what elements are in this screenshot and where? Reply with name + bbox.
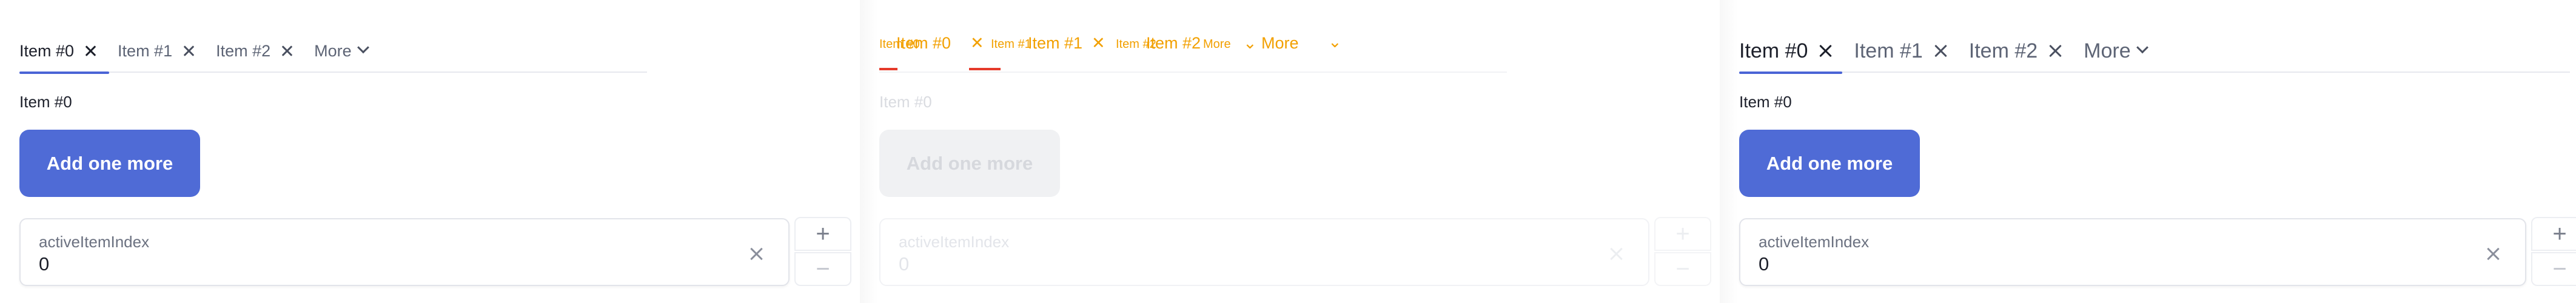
active-item-title: Item #0 <box>19 93 72 111</box>
close-icon[interactable] <box>280 44 293 58</box>
close-icon: ✕ <box>1092 34 1105 52</box>
active-item-index-field[interactable]: activeItemIndex 0 <box>1739 218 2526 286</box>
close-icon[interactable] <box>1933 43 1948 59</box>
decrement-button[interactable]: − <box>2531 252 2576 286</box>
active-item-title: Item #0 <box>879 93 932 111</box>
panel-shadow <box>860 0 878 303</box>
demo-panel-disabled: Item #0 Item #0 ✕ Item #1 Item #1 ✕ Item… <box>860 0 1720 303</box>
chevron-down-icon <box>2136 41 2148 54</box>
chevron-down-icon: ⌄ <box>1243 34 1257 52</box>
panel-shadow <box>1720 0 1738 303</box>
tab-label: Item #1 <box>118 41 173 60</box>
active-tab-indicator <box>19 72 109 74</box>
tabs-bar-glitched: Item #0 Item #0 ✕ Item #1 Item #1 ✕ Item… <box>879 32 1352 74</box>
add-one-more-button[interactable]: Add one more <box>19 130 200 197</box>
plus-icon: + <box>1675 221 1690 247</box>
increment-button[interactable]: + <box>2531 217 2576 251</box>
clear-icon[interactable] <box>2485 246 2501 262</box>
active-item-index-field[interactable]: activeItemIndex 0 <box>19 218 790 286</box>
minus-icon: − <box>1675 256 1690 282</box>
tab-ghost-label: Item #1 <box>991 38 1031 51</box>
minus-icon: − <box>2552 256 2567 282</box>
active-item-title: Item #0 <box>1739 93 1792 111</box>
field-value: 0 <box>899 253 910 275</box>
add-one-more-button: Add one more <box>879 130 1060 197</box>
field-value[interactable]: 0 <box>1759 253 1769 275</box>
tab-label: Item #1 <box>1028 34 1083 52</box>
tab-item-1[interactable]: Item #1 <box>118 34 195 68</box>
close-icon[interactable] <box>2047 43 2063 59</box>
close-icon[interactable] <box>84 44 97 58</box>
tab-item-2[interactable]: Item #2 <box>216 34 293 68</box>
chevron-down-icon <box>357 41 369 54</box>
field-label: activeItemIndex <box>1759 233 1870 251</box>
index-stepper: + − <box>1654 217 1711 286</box>
increment-button[interactable]: + <box>794 217 851 251</box>
clear-icon <box>1608 246 1624 262</box>
close-icon[interactable] <box>1817 43 1833 59</box>
increment-button: + <box>1654 217 1711 251</box>
tab-label: Item #2 <box>216 41 271 60</box>
index-stepper: + − <box>794 217 851 286</box>
tab-indicator-fragment <box>969 68 1001 70</box>
index-stepper: + − <box>2531 217 2576 286</box>
tab-item-0[interactable]: Item #0 <box>19 34 109 74</box>
plus-icon: + <box>816 221 830 247</box>
plus-icon: + <box>2552 221 2567 247</box>
tab-label: Item #2 <box>1968 39 2038 62</box>
tab-label: Item #0 <box>19 41 75 60</box>
more-ghost-label: More <box>1203 38 1231 51</box>
tab-item-2[interactable]: Item #2 <box>1969 34 2063 68</box>
more-dropdown[interactable]: More <box>314 34 369 68</box>
close-icon[interactable] <box>182 44 195 58</box>
decrement-button: − <box>1654 252 1711 286</box>
more-dropdown[interactable]: More <box>2084 34 2148 68</box>
tab-label: Item #2 <box>1146 34 1201 52</box>
close-icon: ✕ <box>970 34 984 52</box>
more-label: More <box>2084 39 2131 62</box>
field-label: activeItemIndex <box>899 233 1010 251</box>
tabs-bar: Item #0 Item #1 Item #2 More <box>1739 29 2167 74</box>
tab-indicator-fragment <box>879 68 897 70</box>
field-value[interactable]: 0 <box>39 253 49 275</box>
active-tab-indicator <box>1739 72 1842 74</box>
more-label: More <box>314 41 352 60</box>
active-item-index-field: activeItemIndex 0 <box>879 218 1649 286</box>
tab-label: Item #1 <box>1854 39 1923 62</box>
tab-item-1[interactable]: Item #1 <box>1854 34 1948 68</box>
tab-label: Item #0 <box>896 34 951 52</box>
tabs-bar: Item #0 Item #1 Item #2 More <box>19 29 388 74</box>
add-one-more-button[interactable]: Add one more <box>1739 130 1920 197</box>
demo-panel-large: Item #0 Item #1 Item #2 More Item #0 Add… <box>1720 0 2576 303</box>
more-label: More <box>1261 34 1299 52</box>
clear-icon[interactable] <box>748 246 764 262</box>
tab-label: Item #0 <box>1739 39 1808 62</box>
tab-item-0[interactable]: Item #0 <box>1739 34 1842 74</box>
minus-icon: − <box>816 256 830 282</box>
field-label: activeItemIndex <box>39 233 150 251</box>
demo-panel-default: Item #0 Item #1 Item #2 More Item #0 Add… <box>0 0 860 303</box>
chevron-down-icon: ⌄ <box>1328 33 1342 51</box>
decrement-button[interactable]: − <box>794 252 851 286</box>
